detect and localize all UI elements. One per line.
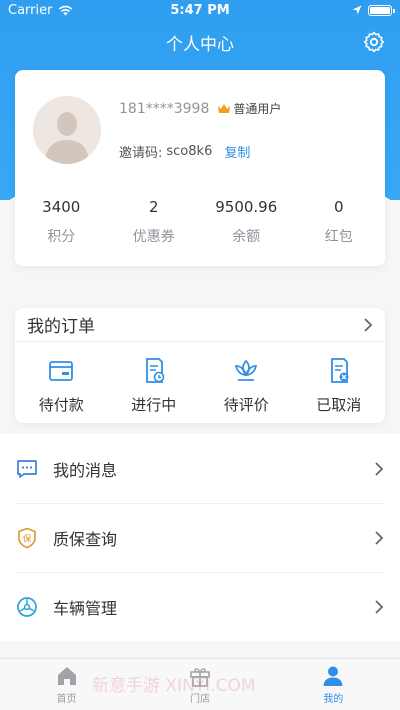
invite-label: 邀请码:	[119, 146, 163, 161]
menu-item-label: 我的消息	[53, 460, 118, 480]
menu-item-label: 质保查询	[53, 529, 118, 549]
tab-label: 首页	[56, 694, 77, 705]
home-icon	[57, 667, 76, 685]
stat-coupons[interactable]: 2 优惠券	[108, 198, 201, 246]
user-phone: 181****3998	[119, 100, 210, 117]
order-status-label: 待付款	[38, 396, 84, 414]
stats-row: 3400 积分 2 优惠券 9500.96 余额 0 红包	[15, 198, 385, 246]
order-pending-payment[interactable]: 待付款	[15, 356, 108, 415]
stat-label: 优惠券	[132, 229, 175, 245]
menu-item-warranty[interactable]: 保 质保查询	[0, 503, 400, 572]
status-bar: Carrier 5:47 PM	[0, 0, 400, 20]
stat-value: 3400	[42, 198, 81, 216]
user-phone-row: 181****3998 普通用户	[119, 100, 281, 117]
wallet-icon	[49, 361, 74, 381]
flower-icon	[235, 359, 258, 381]
invite-code: sco8k6	[166, 144, 213, 159]
crown-icon	[218, 104, 231, 113]
warranty-icon: 保	[18, 527, 36, 548]
stat-red-packet[interactable]: 0 红包	[293, 198, 386, 246]
battery-icon	[368, 4, 395, 16]
order-status-label: 已取消	[316, 396, 362, 414]
bottom-tab-bar: 首页 门店 我的	[0, 658, 400, 710]
tab-label: 我的	[323, 694, 344, 705]
menu-item-vehicles[interactable]: 车辆管理	[0, 572, 400, 641]
tab-mine[interactable]: 我的	[267, 659, 400, 710]
order-in-progress[interactable]: 进行中	[108, 356, 201, 415]
stat-balance[interactable]: 9500.96 余额	[200, 198, 293, 246]
tab-store[interactable]: 门店	[133, 659, 266, 710]
order-status-label: 待评价	[223, 396, 269, 414]
page-title: 个人中心	[166, 34, 234, 55]
svg-text:保: 保	[23, 533, 32, 544]
profile-card: 181****3998 普通用户 邀请码: sco8k6 复制 3400 积分 …	[15, 70, 385, 266]
menu-item-messages[interactable]: 我的消息	[0, 434, 400, 503]
user-level-badge: 普通用户	[217, 100, 281, 117]
doc-cancel-icon	[330, 358, 349, 383]
order-status-list: 待付款 进行中 待评价 已取消	[15, 342, 385, 415]
chevron-right-icon	[375, 599, 384, 614]
copy-invite-button[interactable]: 复制	[224, 142, 250, 161]
menu-list: 我的消息 保 质保查询 车辆管理	[0, 434, 400, 641]
stat-label: 积分	[47, 229, 76, 245]
stat-value: 2	[148, 198, 159, 216]
chevron-right-icon	[375, 530, 384, 545]
gift-icon	[190, 668, 210, 687]
stat-value: 0	[333, 198, 344, 216]
chevron-right-icon	[364, 317, 373, 332]
avatar[interactable]	[33, 96, 101, 164]
chevron-right-icon	[375, 461, 384, 476]
user-icon	[323, 666, 343, 686]
orders-header[interactable]: 我的订单	[15, 308, 385, 342]
stat-label: 红包	[324, 229, 353, 245]
title-bar: 个人中心	[0, 24, 400, 60]
orders-card: 我的订单 待付款 进行中 待评价 已取消	[15, 308, 385, 423]
user-type-label: 普通用户	[233, 102, 282, 116]
default-avatar-icon	[33, 96, 101, 164]
invite-row: 邀请码: sco8k6 复制	[119, 142, 250, 161]
doc-clock-icon	[145, 358, 165, 383]
stat-label: 余额	[232, 229, 261, 245]
stat-value: 9500.96	[215, 198, 278, 216]
menu-item-label: 车辆管理	[53, 598, 118, 618]
order-cancelled[interactable]: 已取消	[293, 356, 386, 415]
order-status-label: 进行中	[131, 396, 177, 414]
car-manage-icon	[17, 596, 37, 617]
tab-label: 门店	[189, 694, 210, 705]
tab-home[interactable]: 首页	[0, 659, 133, 710]
stat-points[interactable]: 3400 积分	[15, 198, 108, 246]
settings-gear-icon[interactable]	[362, 30, 386, 54]
order-pending-review[interactable]: 待评价	[200, 356, 293, 415]
status-time: 5:47 PM	[170, 2, 230, 18]
orders-title: 我的订单	[27, 317, 95, 337]
message-icon	[17, 459, 37, 478]
